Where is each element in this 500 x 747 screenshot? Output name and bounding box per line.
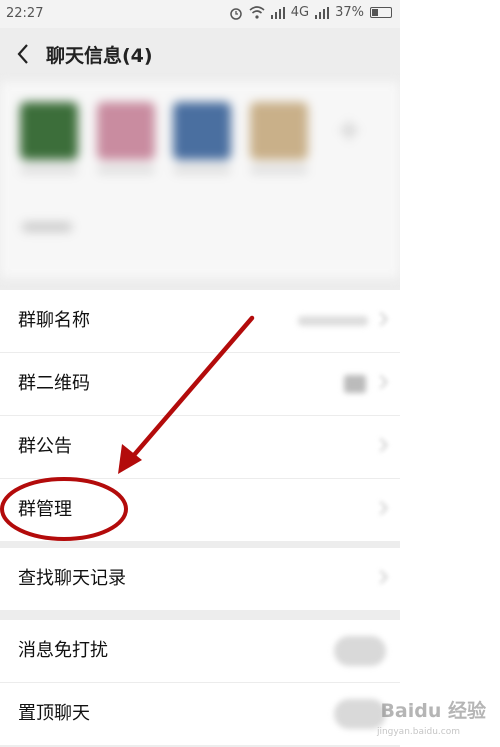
- mute-notifications-item[interactable]: 消息免打扰: [0, 620, 400, 683]
- mute-toggle[interactable]: [334, 636, 386, 666]
- back-icon[interactable]: [14, 42, 34, 66]
- group-name-item[interactable]: 群聊名称: [0, 290, 400, 353]
- group-qrcode-item[interactable]: 群二维码: [0, 353, 400, 416]
- group-manage-item[interactable]: 群管理: [0, 479, 400, 541]
- member-name: [250, 166, 308, 174]
- menu-item-label: 群二维码: [18, 373, 90, 394]
- status-icons: 4G 37%: [229, 5, 392, 20]
- group-name-value: [298, 316, 368, 326]
- menu-item-label: 消息免打扰: [18, 640, 108, 661]
- menu-item-label: 群聊名称: [18, 310, 90, 331]
- battery-icon: [370, 7, 392, 18]
- network-type: 4G: [290, 5, 310, 20]
- settings-group-2: 查找聊天记录: [0, 548, 400, 610]
- signal-icon-2: [315, 6, 330, 19]
- chevron-right-icon: [373, 437, 389, 453]
- watermark-logo: Baidu 经验: [380, 700, 486, 722]
- menu-item-label: 群管理: [18, 499, 72, 520]
- member-avatar[interactable]: [173, 102, 231, 160]
- menu-item-label: 查找聊天记录: [18, 568, 126, 589]
- settings-group-1: 群聊名称 群二维码 群公告 群管理: [0, 290, 400, 541]
- settings-group-3: 消息免打扰 置顶聊天: [0, 620, 400, 745]
- status-bar: 22:27 4G 37%: [0, 0, 400, 28]
- alarm-icon: [229, 7, 242, 20]
- group-notice-item[interactable]: 群公告: [0, 416, 400, 479]
- top-bar: 聊天信息(4): [0, 28, 400, 80]
- member-avatar[interactable]: [250, 102, 308, 160]
- signal-icon: [270, 6, 285, 19]
- member-name: [20, 166, 78, 174]
- page-title: 聊天信息(4): [46, 45, 153, 67]
- add-member-button[interactable]: +: [320, 102, 378, 160]
- search-history-item[interactable]: 查找聊天记录: [0, 548, 400, 610]
- pin-toggle[interactable]: [334, 699, 386, 729]
- more-members-link[interactable]: [22, 222, 72, 232]
- pin-chat-item[interactable]: 置顶聊天: [0, 683, 400, 745]
- member-name: [97, 166, 155, 174]
- chevron-right-icon: [373, 569, 389, 585]
- member-avatar[interactable]: [20, 102, 78, 160]
- menu-item-label: 群公告: [18, 436, 72, 457]
- qrcode-icon: [344, 375, 366, 393]
- status-time: 22:27: [6, 6, 44, 21]
- watermark-url: jingyan.baidu.com: [376, 727, 460, 737]
- chevron-right-icon: [373, 374, 389, 390]
- phone-screen: 22:27 4G 37% 聊天信息(4) + 群聊名称 群二维码 群公告 群管理…: [0, 0, 400, 747]
- member-avatar[interactable]: [97, 102, 155, 160]
- battery-percent: 37%: [335, 5, 364, 20]
- menu-item-label: 置顶聊天: [18, 703, 90, 724]
- member-name: [173, 166, 231, 174]
- chevron-right-icon: [373, 500, 389, 516]
- wifi-icon: [249, 6, 265, 19]
- chevron-right-icon: [373, 311, 389, 327]
- member-grid: +: [0, 82, 400, 278]
